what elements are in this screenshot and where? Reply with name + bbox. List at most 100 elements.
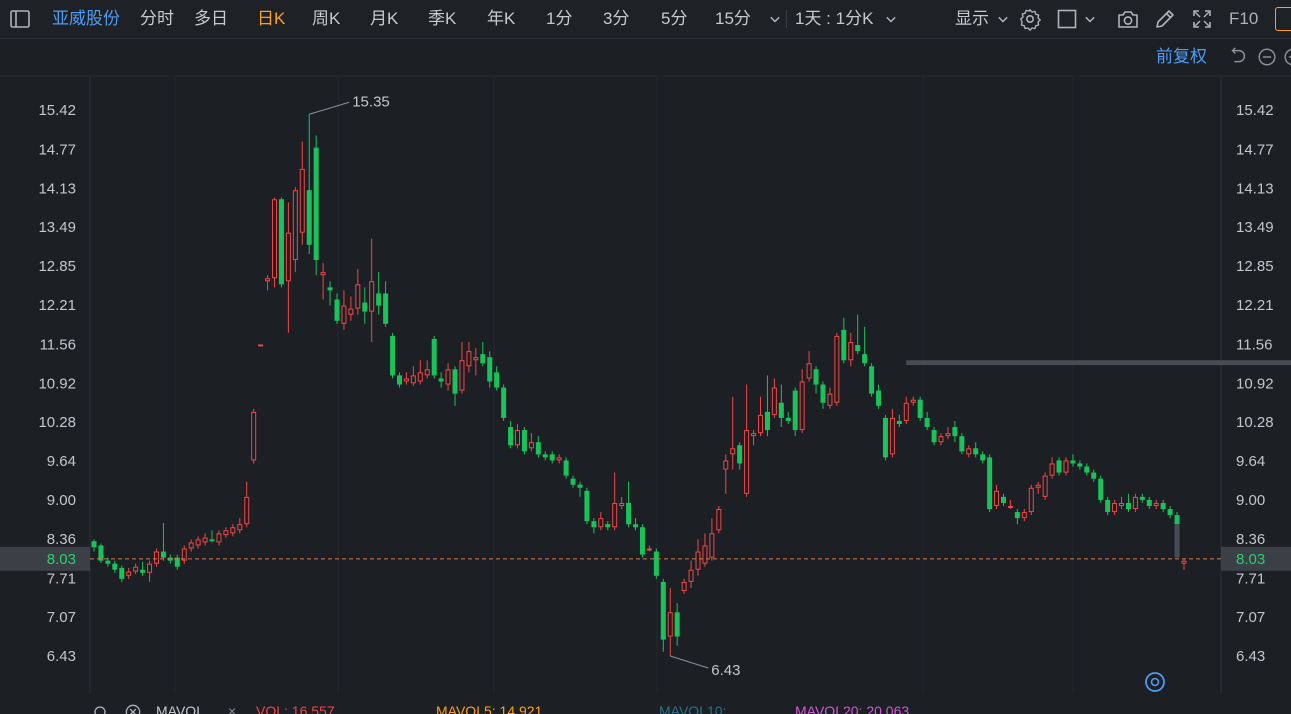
high-marker-line [309,101,350,115]
y-tick-label-right: 14.77 [1236,141,1274,158]
indicator-name[interactable]: MAVOL [156,703,204,714]
current-price-label-left: 8.03 [47,551,76,568]
candle-body [396,375,402,385]
candle-body [792,390,798,431]
candle-body [1098,478,1104,500]
candle-body [528,442,534,449]
candle-body [626,502,632,525]
candle-body [348,308,354,315]
candle-body [403,378,409,382]
candle-body [716,509,722,531]
candle-body [1174,515,1180,525]
y-tick-label-right: 12.85 [1236,258,1274,275]
mavol10-value: MAVOL10: [659,703,727,714]
candle-body [771,387,777,415]
candle-body [591,521,597,528]
candle-body [1035,484,1041,488]
candle-body [452,369,458,394]
candle-body [799,381,805,431]
gear-icon[interactable] [90,702,110,714]
candle-body [285,232,291,282]
candle-body [438,378,444,382]
y-tick-label-left: 14.13 [38,180,76,197]
candle-body [147,563,153,573]
gap-bar [1174,524,1180,558]
candle-body [209,539,215,542]
close-icon[interactable] [123,702,143,714]
candle-body [910,399,916,403]
candle-body [813,369,819,385]
candle-body [945,433,951,437]
candle-body [230,527,236,534]
candle-body [126,571,132,576]
candle-body [341,305,347,324]
candle-body [431,338,437,376]
candle-body [153,551,159,564]
y-tick-label-left: 12.21 [38,297,76,314]
candle-body [612,502,618,528]
candle-body [494,372,500,388]
candle-body [1146,499,1152,506]
candle-body [653,551,659,576]
candlestick-chart[interactable]: 15.42 15.42 14.77 14.77 14.13 14.13 13.49 13.49… [0,0,1291,714]
close-icon[interactable]: × [228,703,236,714]
low-price-label: 6.43 [711,662,740,679]
candle-body [424,369,430,376]
mavol20-value: MAVOL20: 20.063 [795,703,910,714]
candle-body [1042,475,1048,497]
candle-body [244,496,250,525]
candle-body [549,454,555,461]
candle-body [1070,460,1076,464]
candle-body [577,484,583,488]
candle-body [896,420,902,424]
candle-body [931,430,937,443]
candle-body [660,581,666,640]
candle-body [834,335,840,403]
candle-body [674,612,680,637]
candle-body [757,414,763,434]
candle-body [764,411,770,431]
candle-body [1125,502,1131,510]
y-tick-label-right: 10.28 [1236,414,1274,431]
mavol5-value: MAVOL5: 14.921 [436,703,543,714]
candle-body [695,551,701,570]
indicator-bar: MAVOL × VOL: 16.557 MAVOL5: 14.921 MAVOL… [0,694,1291,714]
candle-body [980,454,986,461]
candle-body [1119,502,1125,506]
candle-body [889,417,895,455]
candle-body [1112,502,1118,513]
candle-body [459,360,465,391]
y-tick-label-right: 7.07 [1236,609,1265,626]
locate-icon[interactable] [1145,672,1165,692]
candle-body [855,345,861,352]
candle-body [785,417,791,421]
candle-body [515,430,521,446]
candle-body [140,569,146,573]
candle-body [744,430,750,494]
candle-body [1139,496,1145,500]
y-tick-label-right: 8.36 [1236,531,1265,548]
candle-body [556,457,562,461]
candle-body [646,548,652,551]
candle-body [820,384,826,403]
candle-body [105,560,111,564]
candle-body [563,460,569,476]
candle-body [598,518,604,528]
y-tick-label-left: 15.42 [38,102,76,119]
y-tick-label-right: 13.49 [1236,219,1274,236]
candle-body [91,541,97,548]
candle-body [445,369,451,385]
candle-body [605,524,611,528]
candle-body [327,287,333,291]
candle-body [508,427,514,446]
y-tick-label-right: 7.71 [1236,570,1265,587]
candle-body [570,478,576,485]
low-marker-line [670,655,709,669]
candle-body [188,542,194,549]
candle-body [633,524,639,528]
candle-body [1063,460,1069,473]
candle-body [133,566,139,572]
candle-body [987,457,993,510]
candle-body [369,281,375,312]
candle-body [869,366,875,394]
